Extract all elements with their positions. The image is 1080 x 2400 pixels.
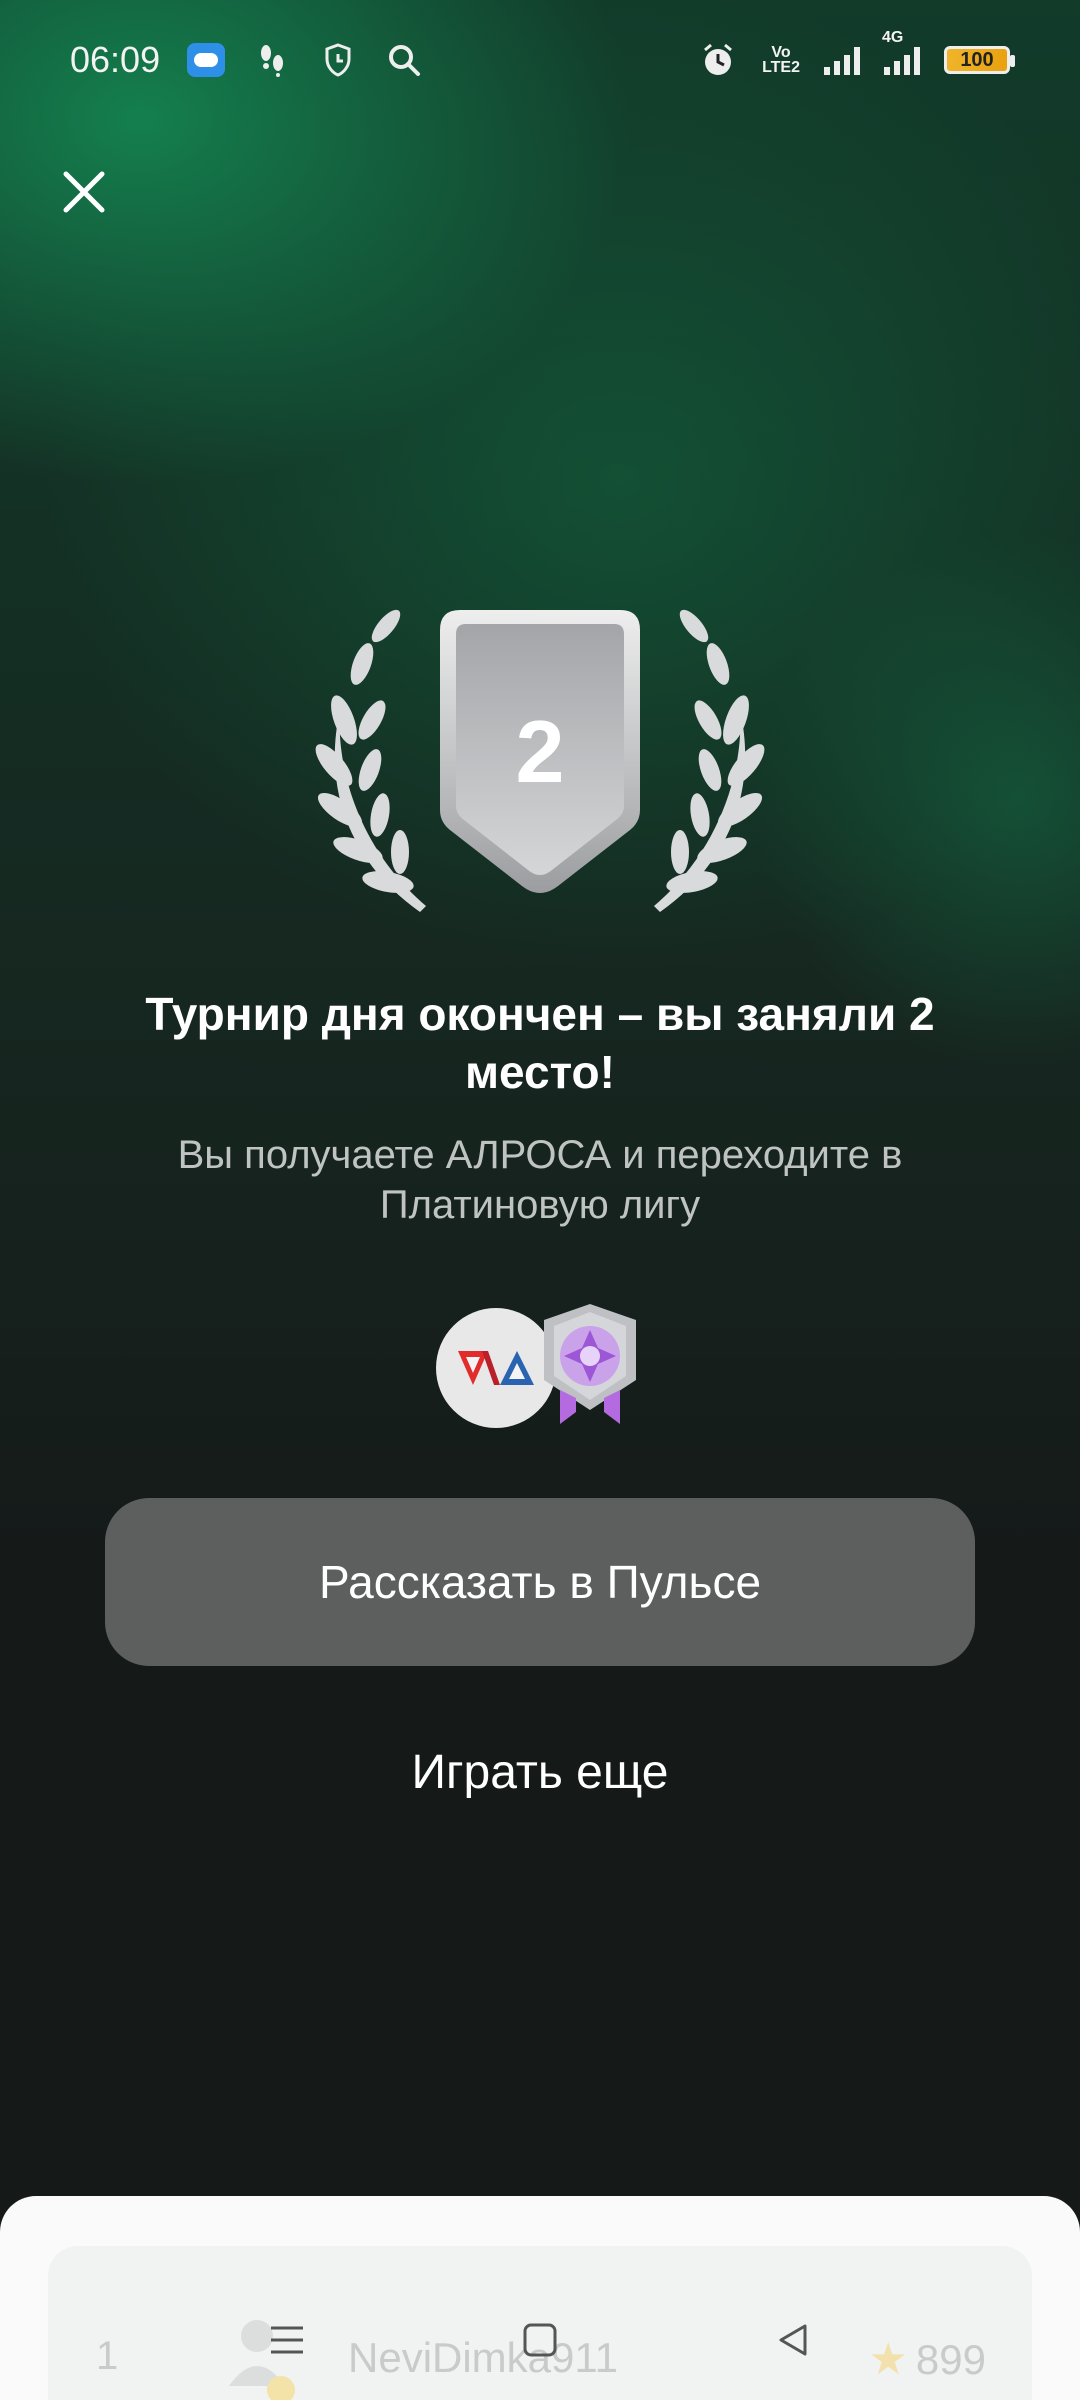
play-again-button[interactable]: Играть еще xyxy=(300,1745,780,1815)
silver-shield-laurel-icon: 2 xyxy=(315,609,765,912)
system-nav-bar xyxy=(0,2300,1080,2380)
weather-icon xyxy=(186,40,226,80)
place-trophy: 2 xyxy=(300,600,780,920)
home-square-icon xyxy=(523,2323,557,2357)
place-number: 2 xyxy=(516,702,565,801)
result-title: Турнир дня окончен – вы заняли 2 место! xyxy=(145,988,935,1098)
shield-icon xyxy=(318,40,358,80)
close-button[interactable] xyxy=(52,160,116,224)
back-button[interactable] xyxy=(763,2310,823,2370)
status-bar: 06:09 Vo LTE2 4G 100 xyxy=(0,0,1080,120)
reward-badges xyxy=(430,1300,650,1430)
alarm-icon xyxy=(698,40,738,80)
back-triangle-icon xyxy=(779,2324,807,2356)
share-in-pulse-button[interactable]: Рассказать в Пульсе xyxy=(105,1498,975,1666)
signal-bars-1-icon xyxy=(824,45,860,75)
footsteps-icon xyxy=(252,40,292,80)
signal-4g: 4G xyxy=(882,29,920,75)
home-button[interactable] xyxy=(510,2310,570,2370)
result-subtitle: Вы получаете АЛРОСА и переходите в Плати… xyxy=(177,1133,903,1227)
signal-bars-2-icon xyxy=(884,45,920,75)
recent-apps-button[interactable] xyxy=(257,2310,317,2370)
menu-icon xyxy=(270,2326,303,2354)
volte-indicator: Vo LTE2 xyxy=(762,44,800,76)
platinum-league-badge-icon xyxy=(530,1300,650,1430)
close-icon xyxy=(63,171,105,213)
status-time: 06:09 xyxy=(70,39,161,80)
search-icon xyxy=(384,40,424,80)
battery-icon: 100 xyxy=(944,46,1015,74)
